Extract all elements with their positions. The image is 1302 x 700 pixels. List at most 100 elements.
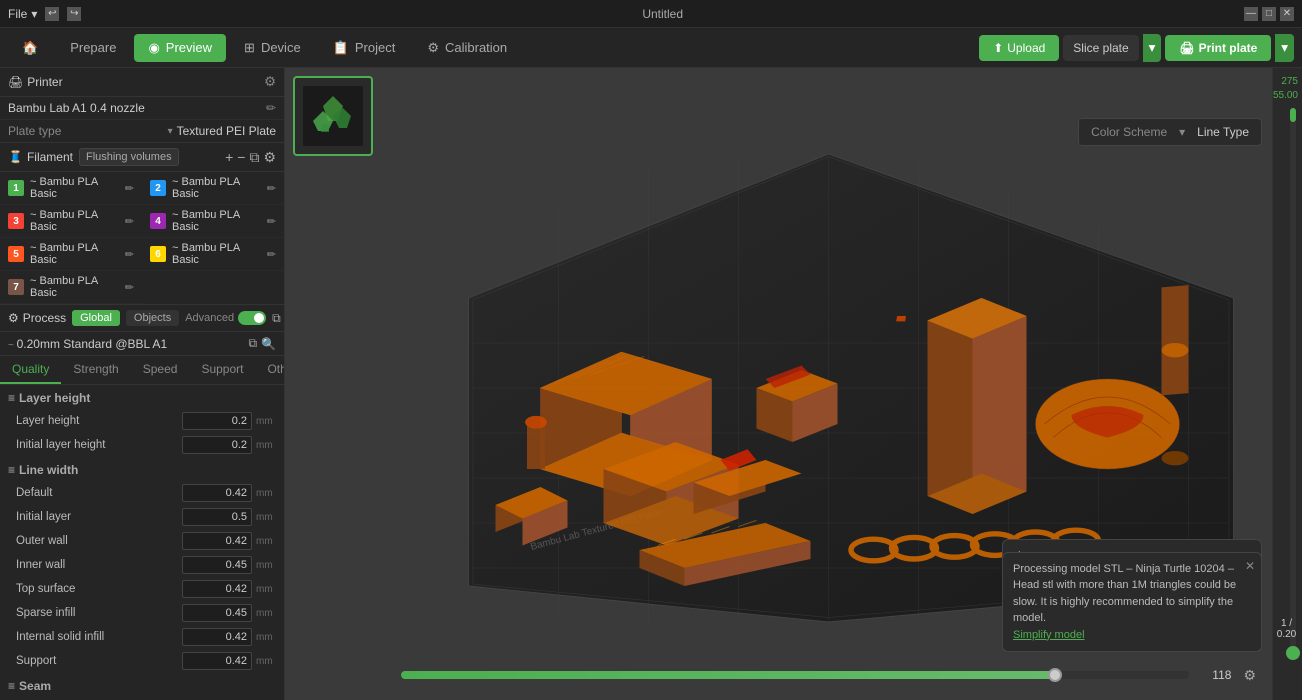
ruler-top-value: 275 (1281, 76, 1298, 87)
thumbnail-preview-1 (303, 86, 363, 146)
filament-copy-button[interactable]: ⧉ (249, 149, 259, 166)
nav-device[interactable]: ⊞ Device (230, 34, 315, 62)
nav-prepare[interactable]: Prepare (56, 34, 130, 61)
group-collapse-icon: ≡ (8, 391, 15, 405)
initial-layer-height-input[interactable] (182, 436, 252, 454)
initial-layer-input[interactable] (182, 508, 252, 526)
filament-color-5: 5 (8, 246, 24, 262)
ruler-handle-top[interactable] (1290, 108, 1296, 122)
layer-slider[interactable] (1290, 108, 1296, 660)
initial-layer-height-unit: mm (256, 440, 276, 451)
simplify-model-link[interactable]: Simplify model (1013, 629, 1085, 641)
print-plate-button[interactable]: 🖨 Print plate (1165, 35, 1271, 61)
titlebar: File ▾ ↩ ↪ Untitled — □ ✕ (0, 0, 1302, 28)
print-plate-dropdown[interactable]: ▾ (1275, 34, 1294, 62)
seam-group-title: ≡ Seam (0, 673, 284, 697)
inner-wall-input[interactable] (182, 556, 252, 574)
slice-plate-dropdown[interactable]: ▾ (1143, 34, 1162, 62)
ruler-handle-bottom[interactable] (1286, 646, 1300, 660)
nav-calibration[interactable]: ⚙ Calibration (413, 34, 521, 62)
initial-layer-height-label: Initial layer height (16, 439, 106, 451)
filament-color-4: 4 (150, 213, 166, 229)
progress-handle[interactable] (1048, 668, 1062, 682)
filament-edit-4[interactable]: ✏ (267, 215, 276, 228)
filament-item-3: 3 ~ Bambu PLA Basic ✏ (0, 205, 142, 238)
profile-search-button[interactable]: 🔍 (261, 336, 276, 351)
top-surface-row: Top surface mm (0, 577, 284, 601)
plate-chevron-icon: ▾ (168, 126, 173, 137)
filament-name-4: ~ Bambu PLA Basic (172, 209, 261, 233)
filament-grid: 1 ~ Bambu PLA Basic ✏ 2 ~ Bambu PLA Basi… (0, 172, 284, 305)
default-row: Default mm (0, 481, 284, 505)
slice-plate-label: Slice plate (1073, 41, 1128, 55)
filament-edit-1[interactable]: ✏ (125, 182, 134, 195)
filament-edit-2[interactable]: ✏ (267, 182, 276, 195)
initial-layer-height-value-group: mm (182, 436, 276, 454)
thumbnail-1[interactable] (293, 76, 373, 156)
filament-name-2: ~ Bambu PLA Basic (172, 176, 261, 200)
upload-button[interactable]: ⬆ Upload (979, 35, 1059, 61)
nav-project[interactable]: 📋 Project (319, 34, 410, 62)
plate-type-value: ▾ Textured PEI Plate (168, 124, 276, 138)
tab-quality[interactable]: Quality (0, 356, 61, 384)
filament-color-2: 2 (150, 180, 166, 196)
progress-settings-button[interactable]: ⚙ (1243, 667, 1256, 684)
maximize-button[interactable]: □ (1262, 7, 1276, 21)
tab-support[interactable]: Support (189, 356, 255, 384)
tab-objects-button[interactable]: Objects (126, 310, 179, 326)
app-menu[interactable]: File ▾ (8, 7, 37, 21)
line-width-collapse-icon: ≡ (8, 463, 15, 477)
info-close-button[interactable]: ✕ (1245, 559, 1255, 573)
support-label: Support (16, 655, 56, 667)
tab-speed[interactable]: Speed (131, 356, 190, 384)
outer-wall-label: Outer wall (16, 535, 68, 547)
tab-others[interactable]: Others (255, 356, 285, 384)
nav-prepare-label: Prepare (70, 40, 116, 55)
filament-section-title: 🧵 Filament (8, 150, 73, 164)
sparse-infill-input[interactable] (182, 604, 252, 622)
layer-height-input[interactable] (182, 412, 252, 430)
filament-edit-7[interactable]: ✏ (125, 281, 134, 294)
minimize-button[interactable]: — (1244, 7, 1258, 21)
slice-plate-button[interactable]: Slice plate (1063, 35, 1138, 61)
close-button[interactable]: ✕ (1280, 7, 1294, 21)
nav-home[interactable]: 🏠 (8, 34, 52, 62)
tab-strength[interactable]: Strength (61, 356, 130, 384)
calibration-icon: ⚙ (427, 40, 439, 56)
sparse-infill-unit: mm (256, 608, 276, 619)
filament-item-2: 2 ~ Bambu PLA Basic ✏ (142, 172, 284, 205)
filament-remove-button[interactable]: − (237, 149, 245, 165)
nav-preview[interactable]: ◉ Preview (134, 34, 226, 62)
filament-color-7: 7 (8, 279, 24, 295)
window-controls: — □ ✕ (1244, 7, 1294, 21)
advanced-toggle[interactable] (238, 311, 266, 325)
flushing-volumes-button[interactable]: Flushing volumes (79, 148, 179, 166)
redo-button[interactable]: ↪ (67, 7, 81, 21)
filament-edit-3[interactable]: ✏ (125, 215, 134, 228)
outer-wall-input[interactable] (182, 532, 252, 550)
profile-copy-button[interactable]: ⧉ (248, 336, 257, 351)
filament-edit-5[interactable]: ✏ (125, 248, 134, 261)
top-actions: ⬆ Upload Slice plate ▾ 🖨 Print plate ▾ (979, 34, 1294, 62)
process-copy-button[interactable]: ⧉ (272, 311, 281, 326)
printer-settings-button[interactable]: ⚙ (264, 74, 276, 90)
internal-solid-infill-input[interactable] (182, 628, 252, 646)
filament-add-button[interactable]: + (225, 149, 233, 165)
tab-global-button[interactable]: Global (72, 310, 120, 326)
top-surface-input[interactable] (182, 580, 252, 598)
process-section-title: ⚙ Process (8, 311, 66, 325)
support-input[interactable] (182, 652, 252, 670)
filament-color-3: 3 (8, 213, 24, 229)
process-tools: ⧉ ⚙ (272, 311, 285, 326)
undo-button[interactable]: ↩ (45, 7, 59, 21)
default-input[interactable] (182, 484, 252, 502)
thumbnail-strip (293, 76, 373, 156)
plate-type-row: Plate type ▾ Textured PEI Plate (0, 120, 284, 143)
filament-edit-6[interactable]: ✏ (267, 248, 276, 261)
layer-height-value-group: mm (182, 412, 276, 430)
initial-layer-row: Initial layer mm (0, 505, 284, 529)
printer-edit-button[interactable]: ✏ (266, 101, 276, 115)
progress-bar[interactable] (401, 671, 1189, 679)
project-icon: 📋 (333, 40, 349, 56)
filament-settings-button[interactable]: ⚙ (263, 149, 276, 166)
